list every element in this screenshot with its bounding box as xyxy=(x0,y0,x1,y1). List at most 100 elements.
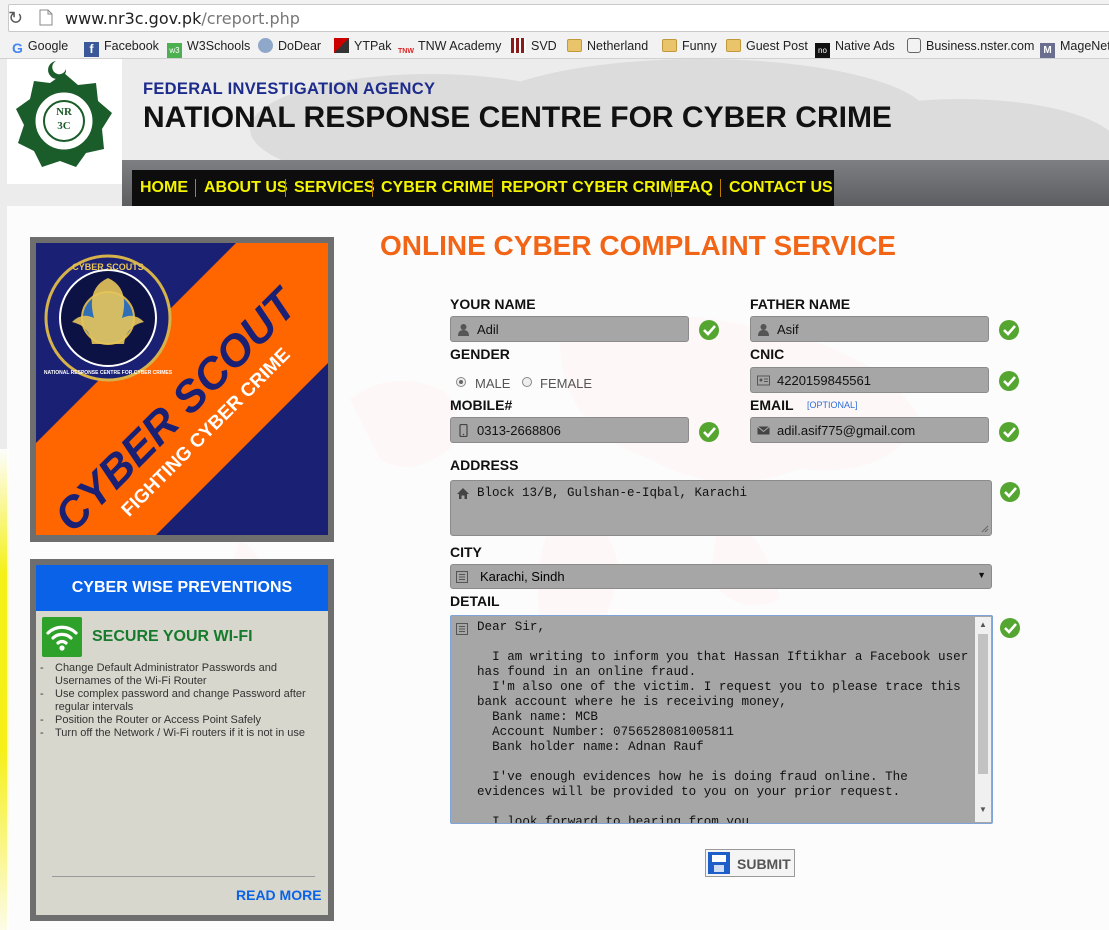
scrollbar-thumb[interactable] xyxy=(978,634,988,774)
nav-separator xyxy=(720,179,721,197)
gender-female-label[interactable]: FEMALE xyxy=(540,376,592,391)
google-icon: G xyxy=(12,40,23,56)
site-title: NATIONAL RESPONSE CENTRE FOR CYBER CRIME xyxy=(143,101,892,134)
check-icon xyxy=(999,320,1019,340)
detail-textarea[interactable]: Dear Sir, I am writing to inform you tha… xyxy=(450,615,993,824)
bookmark-label: SVD xyxy=(531,39,557,53)
w3schools-icon: w3 xyxy=(167,43,182,58)
nav-services[interactable]: SERVICES xyxy=(294,170,375,206)
list-icon xyxy=(456,623,468,635)
preventions-title: CYBER WISE PREVENTIONS xyxy=(36,565,328,611)
detail-scrollbar[interactable]: ▲ ▼ xyxy=(975,617,991,822)
check-icon xyxy=(1000,482,1020,502)
submit-label: SUBMIT xyxy=(737,856,791,872)
scout-banner-inner: CYBER SCOUTS NATIONAL RESPONSE CENTRE FO… xyxy=(36,243,328,535)
divider xyxy=(52,876,315,877)
preventions-heading: SECURE YOUR WI-FI xyxy=(92,628,253,645)
bookmark-label: Business.nster.com xyxy=(926,39,1035,53)
name-field[interactable]: Adil xyxy=(450,316,689,342)
cyber-scout-banner[interactable]: CYBER SCOUTS NATIONAL RESPONSE CENTRE FO… xyxy=(30,237,334,542)
bookmark-magenet[interactable]: M MageNet xyxy=(1040,36,1109,58)
address-textarea[interactable]: Block 13/B, Gulshan-e-Iqbal, Karachi xyxy=(450,480,992,536)
phone-icon xyxy=(459,424,468,437)
read-more-link[interactable]: READ MORE xyxy=(236,887,322,903)
bookmark-label: W3Schools xyxy=(187,39,251,53)
nav-separator xyxy=(492,179,493,197)
address-label: ADDRESS xyxy=(450,457,519,473)
bookmark-ytpak[interactable]: YTPak xyxy=(334,36,392,56)
bookmark-label: Funny xyxy=(682,39,717,53)
seal-title: CYBER SCOUTS xyxy=(72,262,144,272)
father-name-label: FATHER NAME xyxy=(750,296,851,312)
page-icon xyxy=(39,9,53,26)
check-icon xyxy=(699,320,719,340)
user-icon xyxy=(758,324,769,336)
mobile-label: MOBILE# xyxy=(450,397,513,413)
email-field[interactable]: adil.asif775@gmail.com xyxy=(750,417,989,443)
scroll-down-icon[interactable]: ▼ xyxy=(979,805,987,814)
url-path: /creport.php xyxy=(201,9,300,28)
bookmark-w3schools[interactable]: w3 W3Schools xyxy=(167,36,251,58)
bookmark-native-ads[interactable]: no Native Ads xyxy=(815,36,895,58)
folder-icon xyxy=(726,39,741,52)
seal-ring-text: NATIONAL RESPONSE CENTRE FOR CYBER CRIME… xyxy=(44,370,173,376)
bookmark-label: MageNet xyxy=(1060,39,1109,53)
mobile-field[interactable]: 0313-2668806 xyxy=(450,417,689,443)
bookmark-label: Google xyxy=(27,39,69,53)
nav-contact-us[interactable]: CONTACT US xyxy=(729,170,833,206)
nav-report-cyber-crime[interactable]: REPORT CYBER CRIME xyxy=(501,170,684,206)
list-item: Use complex password and change Password… xyxy=(40,688,326,714)
check-icon xyxy=(1000,618,1020,638)
dropdown-arrow-icon[interactable]: ▼ xyxy=(977,570,986,580)
list-item: Change Default Administrator Passwords a… xyxy=(40,662,326,688)
scroll-up-icon[interactable]: ▲ xyxy=(979,620,987,629)
robot-icon xyxy=(907,38,921,53)
check-icon xyxy=(999,422,1019,442)
bookmark-dodear[interactable]: DoDear xyxy=(258,36,321,56)
list-item: Position the Router or Access Point Safe… xyxy=(40,714,326,727)
nav-separator xyxy=(285,179,286,197)
facebook-icon: f xyxy=(84,42,99,57)
gender-male-label[interactable]: MALE xyxy=(475,376,510,391)
resize-handle-icon[interactable] xyxy=(981,525,989,533)
nav-separator xyxy=(372,179,373,197)
bookmark-label: YTPak xyxy=(354,39,392,53)
father-name-value: Asif xyxy=(777,322,799,337)
gender-male-radio[interactable] xyxy=(456,377,466,387)
bookmark-guest-post[interactable]: Guest Post xyxy=(726,36,808,56)
name-value: Adil xyxy=(477,322,499,337)
email-optional-note: [OPTIONAL] xyxy=(807,400,858,410)
bookmark-svd[interactable]: SVD xyxy=(511,36,557,56)
bookmark-tnw[interactable]: TNW TNW Academy xyxy=(398,36,501,56)
url-field[interactable]: www.nr3c.gov.pk/creport.php xyxy=(8,4,1109,32)
cnic-field[interactable]: 4220159845561 xyxy=(750,367,989,393)
bookmarks-bar: G Google f Facebook w3 W3Schools DoDear YTP… xyxy=(0,34,1109,59)
mobile-value: 0313-2668806 xyxy=(477,423,561,438)
reload-icon[interactable]: ↻ xyxy=(8,8,23,29)
city-select[interactable]: Karachi, Sindh ▼ xyxy=(450,564,992,589)
email-label: EMAIL xyxy=(750,397,794,413)
nav-cyber-crime[interactable]: CYBER CRIME xyxy=(381,170,493,206)
folder-icon xyxy=(567,39,582,52)
bookmark-funny[interactable]: Funny xyxy=(662,36,717,56)
bookmark-google[interactable]: G Google xyxy=(12,36,68,56)
nav-home[interactable]: HOME xyxy=(140,170,188,206)
bookmark-business-nster[interactable]: Business.nster.com xyxy=(907,36,1034,56)
address-value: Block 13/B, Gulshan-e-Iqbal, Karachi xyxy=(477,486,748,500)
nav-faq[interactable]: FAQ xyxy=(680,170,713,206)
id-card-icon xyxy=(757,375,770,386)
detail-value: Dear Sir, I am writing to inform you tha… xyxy=(477,620,969,824)
bookmark-label: TNW Academy xyxy=(418,39,502,53)
ytpak-icon xyxy=(334,38,349,53)
nr3c-logo[interactable]: NR 3C xyxy=(7,59,122,184)
url-text: www.nr3c.gov.pk/creport.php xyxy=(65,9,300,28)
bookmark-netherland[interactable]: Netherland xyxy=(567,36,648,56)
email-value: adil.asif775@gmail.com xyxy=(777,423,916,438)
submit-button[interactable]: SUBMIT xyxy=(705,849,795,877)
nav-about-us[interactable]: ABOUT US xyxy=(204,170,288,206)
dodear-icon xyxy=(258,38,273,53)
father-name-field[interactable]: Asif xyxy=(750,316,989,342)
nr3c-emblem: NR 3C xyxy=(16,61,112,167)
bookmark-facebook[interactable]: f Facebook xyxy=(84,36,159,57)
gender-female-radio[interactable] xyxy=(522,377,532,387)
